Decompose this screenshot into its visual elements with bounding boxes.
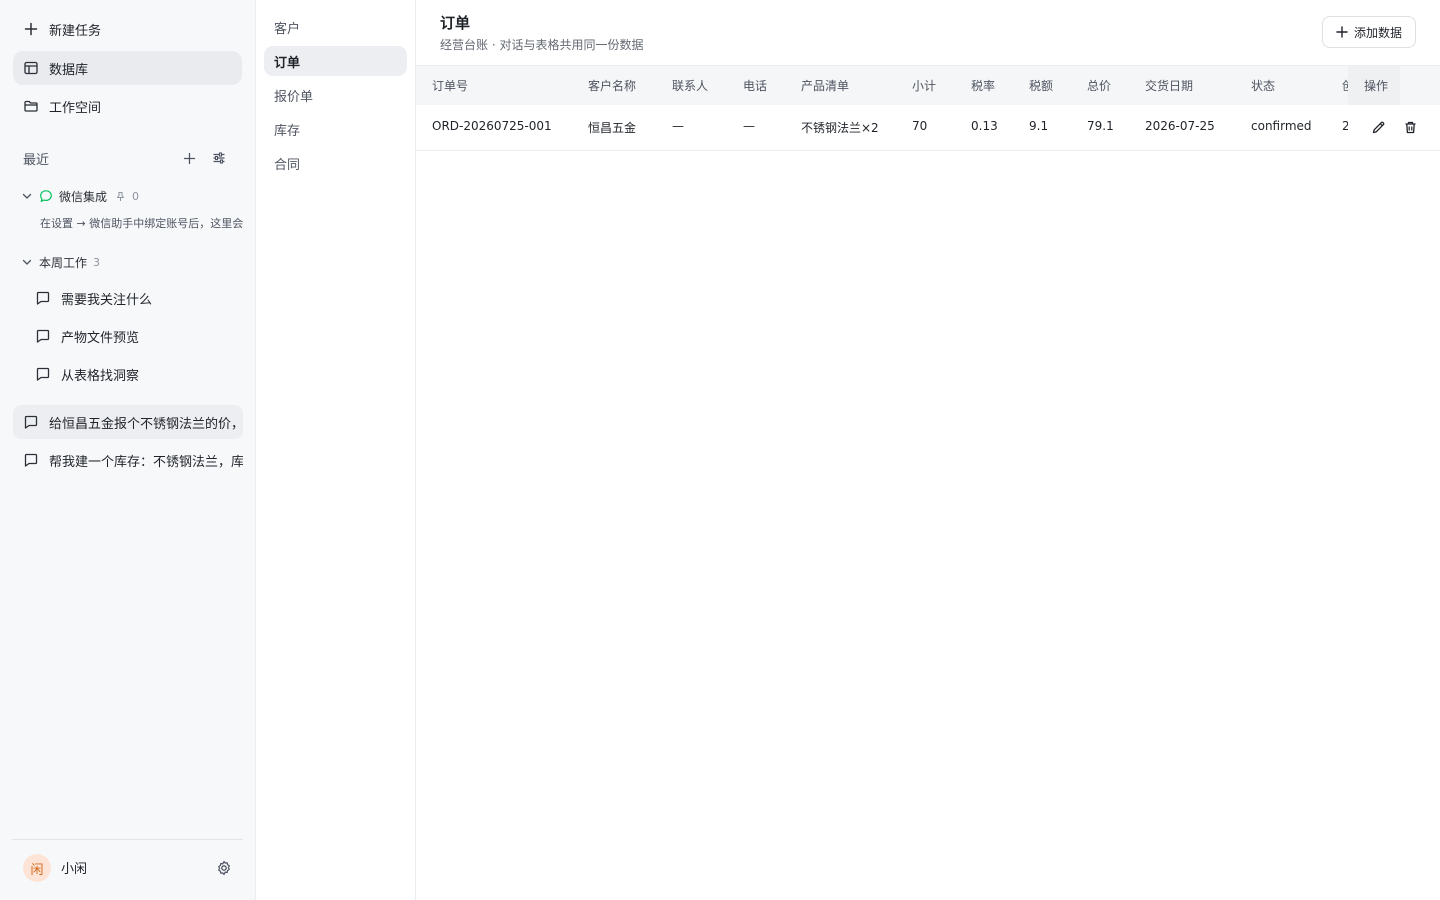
cell-customer: 恒昌五金 [588, 121, 637, 135]
cell-tax: 9.1 [1029, 119, 1049, 133]
conversation-item[interactable]: 从表格找洞察 [26, 357, 242, 391]
sliders-icon [213, 152, 225, 164]
user-name: 小闲 [61, 862, 88, 877]
chevron-down-icon [21, 190, 33, 202]
cell-products: 不锈钢法兰×2 [801, 121, 879, 135]
settings-button[interactable] [214, 858, 234, 878]
column-header[interactable]: 客户名称 [588, 77, 636, 94]
delete-button[interactable] [1400, 117, 1420, 137]
category-quotes[interactable]: 报价单 [264, 80, 407, 110]
conversation-label: 需要我关注什么 [61, 292, 153, 308]
message-square-icon [35, 328, 51, 344]
orders-table: 订单号 客户名称 联系人 电话 产品清单 小计 税率 税额 总价 交货日期 状态… [416, 65, 1440, 151]
wechat-hint: 在设置 → 微信助手中绑定账号后，这里会 [40, 217, 243, 230]
conversation-item-active[interactable]: 给恒昌五金报个不锈钢法兰的价， [13, 405, 243, 439]
category-contracts[interactable]: 合同 [264, 148, 407, 178]
plus-icon [1336, 26, 1348, 38]
cell-subtotal: 70 [912, 119, 928, 133]
conversation-label: 产物文件预览 [61, 330, 140, 346]
sidebar-divider [12, 839, 243, 840]
page-subtitle: 经营台账 · 对话与表格共用同一份数据 [440, 38, 644, 52]
trash-icon [1405, 121, 1415, 133]
column-header[interactable]: 税额 [1029, 77, 1053, 94]
nav-database-label: 数据库 [49, 62, 89, 78]
conversation-label: 从表格找洞察 [61, 368, 140, 384]
recent-filter-button[interactable] [208, 147, 230, 169]
column-header[interactable]: 状态 [1251, 77, 1275, 94]
category-inventory[interactable]: 库存 [264, 114, 407, 144]
add-data-label: 添加数据 [1353, 25, 1402, 40]
group-wechat-name: 微信集成 [59, 189, 108, 204]
chevron-down-icon [21, 256, 33, 268]
cell-status: confirmed [1251, 119, 1312, 133]
column-header[interactable]: 联系人 [672, 77, 708, 94]
add-data-button[interactable]: 添加数据 [1322, 16, 1416, 48]
recent-header: 最近 [23, 147, 243, 169]
group-week-name: 本周工作 [39, 255, 88, 270]
message-square-icon [23, 452, 39, 468]
folder-icon [23, 98, 39, 114]
new-task-button[interactable]: 新建任务 [13, 12, 242, 46]
nav-database[interactable]: 数据库 [13, 51, 242, 85]
ops-column-header: 操作 [1348, 66, 1440, 106]
table-icon [23, 60, 39, 76]
ops-header-label: 操作 [1364, 79, 1389, 93]
conversation-item[interactable]: 产物文件预览 [26, 319, 242, 353]
category-customers[interactable]: 客户 [264, 12, 407, 42]
plus-icon [183, 152, 195, 164]
conversation-item[interactable]: 需要我关注什么 [26, 281, 242, 315]
ops-cell [1348, 105, 1440, 150]
nav-workspace[interactable]: 工作空间 [13, 89, 242, 123]
group-week-count: 3 [93, 255, 101, 269]
chat-bubble-icon [39, 189, 53, 203]
table-header: 订单号 客户名称 联系人 电话 产品清单 小计 税率 税额 总价 交货日期 状态… [416, 65, 1440, 106]
group-wechat[interactable]: 微信集成 0 [21, 185, 139, 207]
page-title: 订单 [440, 14, 471, 32]
column-header[interactable]: 产品清单 [801, 77, 849, 94]
category-panel: 客户 订单 报价单 库存 合同 [256, 0, 416, 900]
gear-icon [218, 860, 230, 876]
sidebar: 新建任务 数据库 工作空间 最近 微信集成 0 在设置 → 微信助手中绑定账号后… [0, 0, 256, 900]
cell-tax-rate: 0.13 [971, 119, 998, 133]
conversation-label: 帮我建一个库存：不锈钢法兰，库 [49, 454, 243, 470]
main-panel: 订单 经营台账 · 对话与表格共用同一份数据 添加数据 订单号 客户名称 联系人… [416, 0, 1440, 900]
column-header[interactable]: 总价 [1087, 77, 1111, 94]
avatar[interactable]: 闲 [23, 854, 51, 882]
cell-phone: — [743, 119, 755, 133]
cell-contact: — [672, 119, 684, 133]
group-week[interactable]: 本周工作 3 [21, 251, 100, 273]
edit-button[interactable] [1368, 117, 1388, 137]
group-wechat-count: 0 [132, 189, 140, 203]
column-header[interactable]: 订单号 [432, 77, 468, 94]
cell-order-id: ORD-20260725-001 [432, 119, 552, 133]
recent-title: 最近 [23, 152, 50, 168]
cell-total: 79.1 [1087, 119, 1114, 133]
nav-workspace-label: 工作空间 [49, 100, 102, 116]
column-header[interactable]: 税率 [971, 77, 995, 94]
column-header[interactable]: 小计 [912, 77, 936, 94]
pencil-icon [1372, 121, 1384, 133]
pin-icon [115, 191, 126, 202]
conversation-item[interactable]: 帮我建一个库存：不锈钢法兰，库 [13, 443, 243, 477]
recent-add-button[interactable] [178, 147, 200, 169]
plus-icon [23, 21, 39, 37]
message-square-icon [23, 414, 39, 430]
cell-delivery-date: 2026-07-25 [1145, 119, 1215, 133]
new-task-label: 新建任务 [49, 23, 102, 39]
category-orders[interactable]: 订单 [264, 46, 407, 76]
column-header[interactable]: 电话 [743, 77, 767, 94]
conversation-label: 给恒昌五金报个不锈钢法兰的价， [49, 416, 243, 432]
column-header[interactable]: 交货日期 [1145, 77, 1193, 94]
table-row[interactable]: ORD-20260725-001 恒昌五金 — — 不锈钢法兰×2 70 0.1… [416, 105, 1440, 151]
message-square-icon [35, 366, 51, 382]
message-square-icon [35, 290, 51, 306]
